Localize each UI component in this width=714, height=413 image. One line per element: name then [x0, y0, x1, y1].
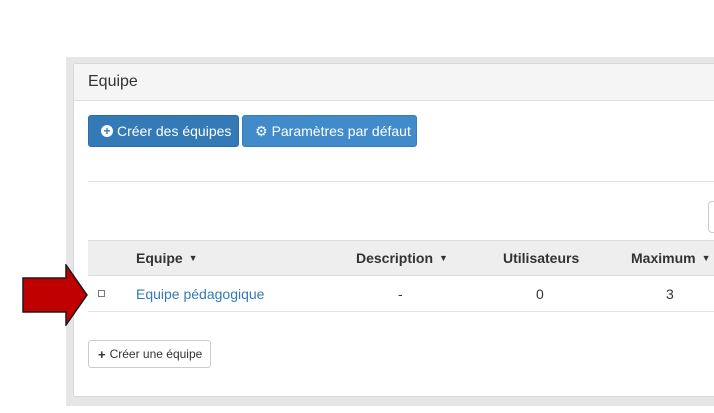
plus-icon: +	[98, 346, 106, 362]
column-header-equipe[interactable]: Equipe ▼	[136, 250, 198, 266]
team-users-count: 0	[536, 286, 544, 302]
default-settings-label: Paramètres par défaut	[271, 123, 411, 139]
plus-circle-icon: +	[101, 125, 113, 137]
create-team-label: Créer une équipe	[109, 347, 203, 361]
table-row: Equipe pédagogique - 0 3	[88, 276, 714, 312]
sort-caret-icon: ▼	[701, 253, 711, 263]
red-arrow-icon	[22, 264, 88, 326]
table-header: Equipe ▼ Description ▼ Utilisateurs Maximu…	[88, 240, 714, 276]
create-teams-label: Créer des équipes	[117, 123, 232, 139]
sort-caret-icon: ▼	[188, 253, 198, 263]
row-checkbox[interactable]	[98, 290, 105, 297]
default-settings-button[interactable]: ⚙ Paramètres par défaut	[242, 115, 417, 147]
panel-heading: Equipe	[74, 64, 714, 101]
sort-caret-icon: ▼	[439, 253, 448, 263]
column-header-maximum[interactable]: Maximum ▼	[631, 250, 711, 266]
create-teams-button[interactable]: + Créer des équipes	[88, 115, 239, 147]
team-description: -	[398, 286, 403, 302]
team-panel: Equipe + Créer des équipes ⚙ Paramètres …	[73, 63, 714, 397]
column-header-description[interactable]: Description ▼	[356, 250, 448, 266]
team-maximum: 3	[666, 286, 674, 302]
panel-title: Equipe	[88, 73, 138, 90]
search-input[interactable]	[708, 201, 714, 233]
team-name-link[interactable]: Equipe pédagogique	[136, 286, 264, 302]
divider	[88, 181, 714, 182]
gear-icon: ⚙	[255, 123, 268, 139]
create-team-button[interactable]: + Créer une équipe	[88, 340, 211, 368]
column-header-utilisateurs: Utilisateurs	[503, 250, 580, 266]
